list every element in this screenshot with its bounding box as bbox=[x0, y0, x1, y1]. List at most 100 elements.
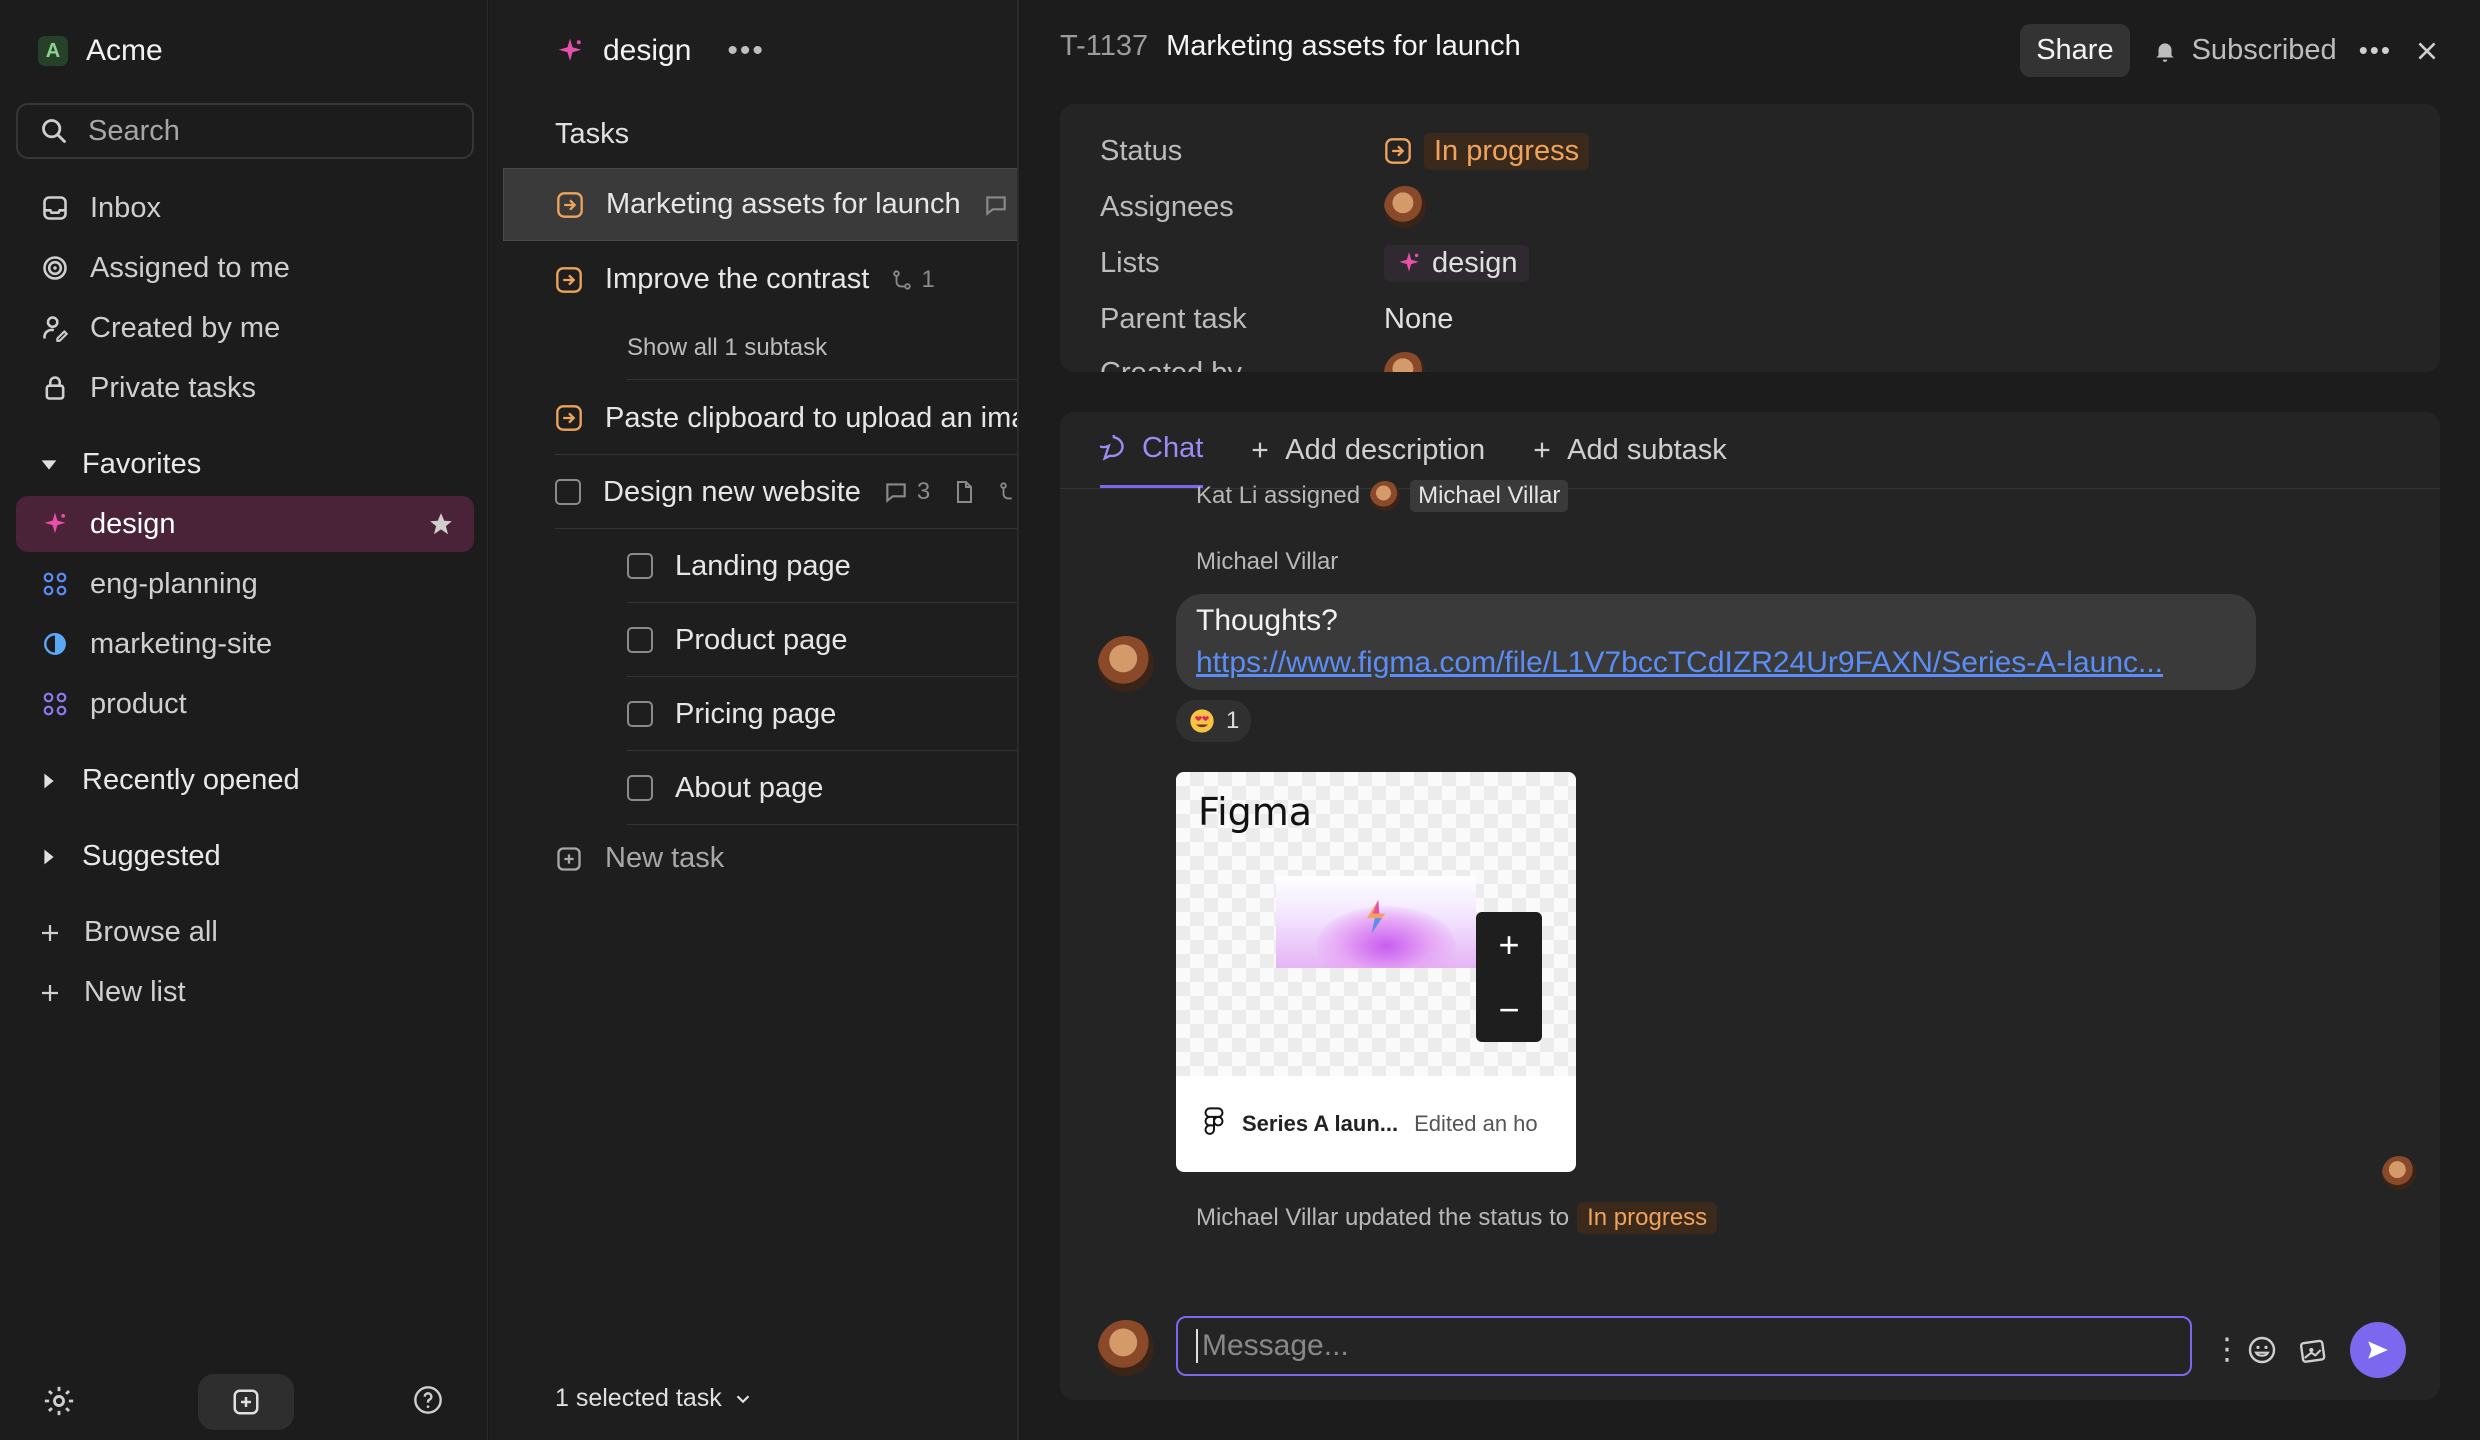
assignment-event: Kat Li assigned Michael Villar bbox=[1196, 480, 1569, 512]
sidebar-item-design[interactable]: design bbox=[16, 496, 474, 552]
tab-add-description[interactable]: Add description bbox=[1249, 412, 1485, 488]
task-id: T-1137 bbox=[1060, 30, 1149, 62]
lists-value[interactable]: design bbox=[1384, 244, 1530, 282]
subtask-row[interactable]: Pricing page bbox=[627, 678, 1017, 751]
task-title: Improve the contrast bbox=[605, 263, 870, 295]
star-icon[interactable] bbox=[428, 511, 454, 537]
sidebar-item-product[interactable]: product bbox=[16, 676, 474, 732]
figma-embed-card[interactable]: Figma + − Series A laun... Edited an ho bbox=[1176, 772, 1576, 1172]
task-checkbox[interactable] bbox=[627, 553, 653, 579]
message-sender: Michael Villar bbox=[1196, 548, 1339, 575]
comment-icon bbox=[886, 483, 906, 503]
message-input[interactable]: Message... bbox=[1176, 1316, 2192, 1376]
more-vertical-icon[interactable]: ⋮ bbox=[2212, 1335, 2242, 1365]
chevron-down-icon bbox=[736, 1394, 750, 1403]
tab-chat[interactable]: Chat bbox=[1100, 412, 1204, 488]
list-title: design bbox=[603, 34, 692, 67]
avatar[interactable] bbox=[1098, 636, 1154, 692]
assignment-text: Kat Li assigned bbox=[1196, 482, 1361, 509]
more-options-icon[interactable]: ••• bbox=[2359, 35, 2392, 66]
sidebar-item-marketing-site[interactable]: marketing-site bbox=[16, 616, 474, 672]
sidebar-item-eng-planning[interactable]: eng-planning bbox=[16, 556, 474, 612]
parent-task-value[interactable]: None bbox=[1384, 303, 1453, 336]
new-list-label: New list bbox=[84, 976, 186, 1008]
sidebar-item-created[interactable]: Created by me bbox=[16, 300, 474, 356]
new-task-button[interactable]: New task bbox=[555, 842, 724, 875]
subtask-row[interactable]: About page bbox=[627, 752, 1017, 825]
settings-button[interactable] bbox=[42, 1384, 76, 1426]
favorites-label: Favorites bbox=[82, 448, 202, 480]
task-checkbox[interactable] bbox=[627, 701, 653, 727]
gear-icon bbox=[44, 1386, 74, 1416]
target-icon bbox=[40, 253, 70, 283]
sidebar-item-assigned[interactable]: Assigned to me bbox=[16, 240, 474, 296]
user-mention[interactable]: Michael Villar bbox=[1410, 480, 1569, 512]
new-list-button[interactable]: New list bbox=[38, 976, 186, 1009]
attachment-icon[interactable] bbox=[2298, 1334, 2330, 1366]
avatar bbox=[1384, 352, 1426, 372]
task-checkbox[interactable] bbox=[627, 627, 653, 653]
bell-icon bbox=[2155, 42, 2174, 62]
in-progress-icon bbox=[1385, 138, 1411, 164]
reaction-chip[interactable]: 1 bbox=[1176, 700, 1252, 742]
status-pill: In progress bbox=[1577, 1202, 1718, 1234]
lists-label: Lists bbox=[1100, 246, 1160, 279]
subscribed-label: Subscribed bbox=[2191, 34, 2337, 66]
task-checkbox[interactable] bbox=[555, 479, 581, 505]
workspace-switcher[interactable]: A Acme bbox=[38, 34, 163, 68]
subtask-row[interactable]: Product page bbox=[627, 604, 1017, 677]
new-task-label: New task bbox=[605, 842, 725, 874]
parent-task-row: Parent task None bbox=[1100, 294, 1453, 344]
status-update-text: Michael Villar updated the status to bbox=[1196, 1204, 1570, 1231]
chat-panel: Chat Add description Add subtask Kat Li … bbox=[1060, 412, 2440, 1400]
parent-task-label: Parent task bbox=[1100, 302, 1247, 335]
help-icon bbox=[414, 1386, 442, 1414]
composer-actions: ⋮ bbox=[2212, 1322, 2406, 1378]
sidebar-item-private[interactable]: Private tasks bbox=[16, 360, 474, 416]
selected-count-label: 1 selected task bbox=[555, 1384, 722, 1412]
assignees-row: Assignees bbox=[1100, 182, 1426, 232]
tab-add-subtask[interactable]: Add subtask bbox=[1531, 412, 1727, 488]
tab-add-description-label: Add description bbox=[1285, 433, 1486, 466]
close-icon[interactable] bbox=[2414, 38, 2440, 64]
recently-opened-header[interactable]: Recently opened bbox=[38, 764, 300, 797]
message-placeholder: Message... bbox=[1202, 1329, 1349, 1362]
list-header: design ••• bbox=[555, 34, 765, 68]
task-title-heading[interactable]: Marketing assets for launch bbox=[1166, 30, 1521, 63]
list-more-button[interactable]: ••• bbox=[727, 34, 765, 68]
task-row[interactable]: Design new website 3 bbox=[555, 456, 1017, 529]
task-list-panel: design ••• Tasks Marketing assets for la… bbox=[489, 0, 1019, 1440]
subscribe-toggle[interactable]: Subscribed bbox=[2152, 34, 2337, 67]
task-row[interactable]: Improve the contrast 1 bbox=[555, 243, 1017, 316]
lock-icon bbox=[40, 373, 70, 403]
assignees-value[interactable] bbox=[1384, 186, 1426, 228]
message-link[interactable]: https://www.figma.com/file/L1V7bccTCdIZR… bbox=[1196, 642, 2236, 684]
caret-right-icon bbox=[44, 849, 54, 864]
sidebar-item-inbox[interactable]: Inbox bbox=[16, 180, 474, 236]
share-button[interactable]: Share bbox=[2020, 24, 2130, 77]
send-button[interactable] bbox=[2350, 1322, 2406, 1378]
favorites-header[interactable]: Favorites bbox=[38, 448, 201, 481]
status-value[interactable]: In progress bbox=[1384, 132, 1590, 170]
zoom-out-button[interactable]: − bbox=[1476, 977, 1542, 1042]
help-button[interactable] bbox=[412, 1384, 444, 1424]
recently-opened-label: Recently opened bbox=[82, 764, 300, 796]
subtask-row[interactable]: Landing page bbox=[627, 530, 1017, 603]
read-receipt-avatar bbox=[2382, 1156, 2416, 1190]
zoom-in-button[interactable]: + bbox=[1476, 912, 1542, 977]
show-subtasks-link[interactable]: Show all 1 subtask bbox=[627, 316, 1017, 380]
task-checkbox[interactable] bbox=[627, 775, 653, 801]
created-by-value bbox=[1384, 352, 1426, 372]
selected-count-dropdown[interactable]: 1 selected task bbox=[555, 1384, 754, 1413]
sidebar-item-label: product bbox=[90, 687, 187, 720]
browse-all-button[interactable]: Browse all bbox=[38, 916, 218, 949]
new-item-button[interactable] bbox=[198, 1374, 294, 1430]
search-input[interactable]: Search bbox=[16, 103, 474, 159]
sidebar-item-label: marketing-site bbox=[90, 627, 273, 660]
task-row[interactable]: Paste clipboard to upload an ima bbox=[555, 382, 1017, 455]
suggested-header[interactable]: Suggested bbox=[38, 840, 221, 873]
task-row[interactable]: Marketing assets for launch bbox=[503, 168, 1017, 241]
embed-title: Figma bbox=[1198, 790, 1313, 834]
embed-preview: Figma + − bbox=[1176, 772, 1576, 1076]
emoji-icon[interactable] bbox=[2246, 1334, 2278, 1366]
